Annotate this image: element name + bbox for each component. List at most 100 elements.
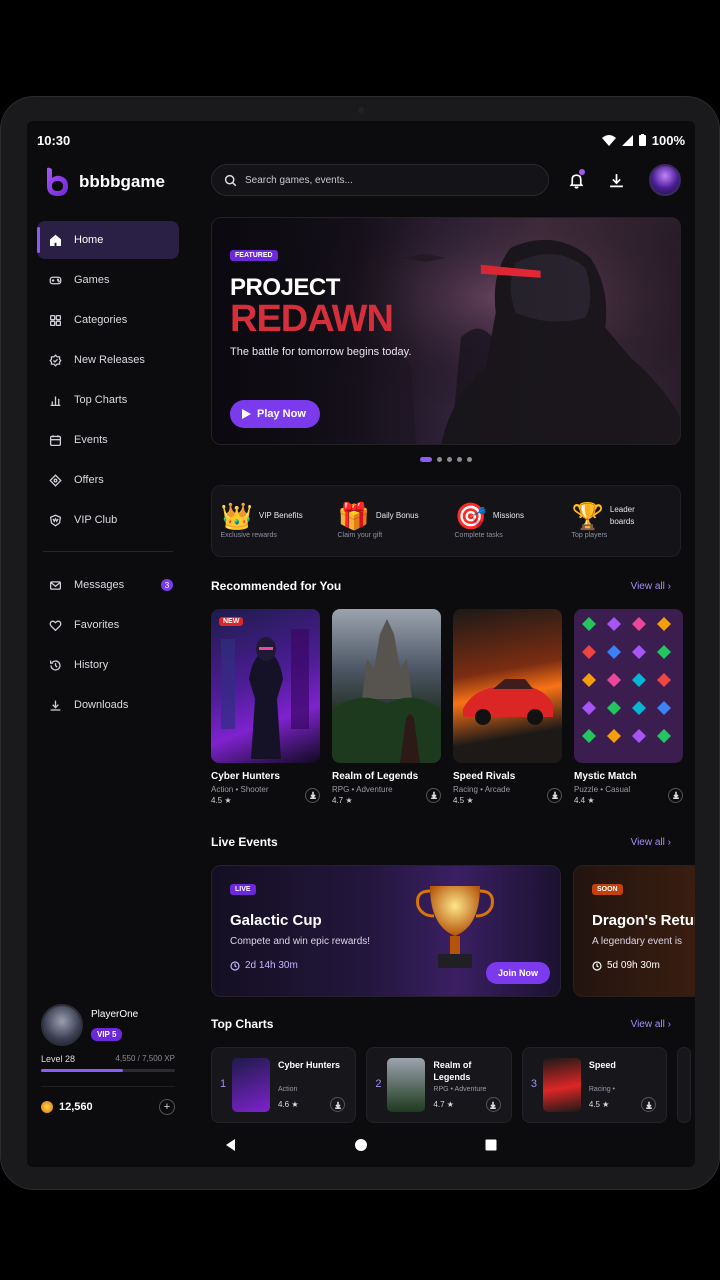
nav-item-vip-club[interactable]: VIP Club <box>37 501 179 539</box>
downloads-button[interactable] <box>603 167 629 193</box>
calendar-icon <box>49 434 62 446</box>
tablet-frame: 10:30 100% bbbbgame Home Games Categorie… <box>0 96 720 1190</box>
nav-item-messages[interactable]: Messages 3 <box>37 566 179 604</box>
perk-header: 🎁 Daily Bonus <box>338 503 420 529</box>
brand[interactable]: bbbbgame <box>45 167 165 197</box>
recommended-view-all[interactable]: View all › <box>631 581 671 592</box>
download-icon <box>309 791 316 799</box>
back-icon[interactable] <box>224 1138 238 1152</box>
coins-row: 12,560 + <box>41 1086 175 1115</box>
game-card[interactable]: NEW Cyber Hunters Action • Shooter 4.5 ★ <box>211 609 320 805</box>
nav-item-games[interactable]: Games <box>37 261 179 299</box>
download-icon <box>50 700 61 711</box>
add-coins-button[interactable]: + <box>159 1099 175 1115</box>
download-button[interactable] <box>547 787 562 803</box>
notifications-button[interactable] <box>563 167 589 193</box>
history-icon <box>49 659 61 671</box>
download-button[interactable] <box>641 1097 657 1112</box>
event-subtitle: Compete and win epic rewards! <box>230 936 371 947</box>
download-button[interactable] <box>668 787 683 803</box>
perk-vip-benefits[interactable]: 👑 VIP Benefits Exclusive rewards <box>221 503 321 539</box>
nav-item-new-releases[interactable]: New Releases <box>37 341 179 379</box>
coin-balance: 12,560 <box>41 1101 93 1113</box>
live-tag: LIVE <box>230 884 256 895</box>
carousel-dot[interactable] <box>447 457 452 462</box>
nav-item-categories[interactable]: Categories <box>37 301 179 339</box>
top-bar: Search games, events... <box>211 163 681 197</box>
game-title: Mystic Match <box>574 771 637 782</box>
nav-item-home[interactable]: Home <box>37 221 179 259</box>
chart-item[interactable]: 1 Cyber Hunters Action 4.6 ★ <box>211 1047 357 1123</box>
carousel-dot[interactable] <box>420 457 432 462</box>
home-circle-icon[interactable] <box>354 1138 368 1152</box>
carousel-dot[interactable] <box>437 457 442 462</box>
nav-label: New Releases <box>74 354 145 366</box>
chart-rank: 1 <box>220 1078 227 1090</box>
perk-missions[interactable]: 🎯 Missions Complete tasks <box>455 503 555 539</box>
user-avatar[interactable] <box>649 164 681 196</box>
download-button[interactable] <box>426 787 441 803</box>
game-rating: 4.4 ★ <box>574 796 595 805</box>
recents-icon[interactable] <box>484 1138 498 1152</box>
clock-icon <box>592 960 602 971</box>
nav-item-offers[interactable]: Offers <box>37 461 179 499</box>
chart-rating: 4.7 ★ <box>433 1100 454 1109</box>
nav-item-downloads[interactable]: Downloads <box>37 686 179 724</box>
chart-rank: 3 <box>530 1078 537 1090</box>
top-charts-view-all[interactable]: View all › <box>631 1019 671 1030</box>
download-button[interactable] <box>305 787 320 803</box>
game-meta: RPG • Adventure 4.7 ★ <box>332 785 441 805</box>
event-card-dragons-return[interactable]: SOON Dragon's Return A legendary event i… <box>573 865 695 997</box>
wifi-icon <box>601 134 616 146</box>
level-row: Level 28 4,550 / 7,500 XP <box>41 1054 175 1064</box>
screen: 10:30 100% bbbbgame Home Games Categorie… <box>27 121 695 1167</box>
perk-leaderboards[interactable]: 🏆 Leader boards Top players <box>572 503 672 539</box>
download-button[interactable] <box>330 1097 346 1112</box>
game-rating: 4.5 ★ <box>453 796 474 805</box>
join-now-button[interactable]: Join Now <box>486 962 550 984</box>
gamepad-icon <box>49 276 62 284</box>
game-card[interactable]: Realm of Legends RPG • Adventure 4.7 ★ <box>332 609 441 805</box>
nav-item-favorites[interactable]: Favorites <box>37 606 179 644</box>
gift-icon: 🎁 <box>337 501 370 531</box>
game-card[interactable]: Mystic Match Puzzle • Casual 4.4 ★ <box>574 609 683 805</box>
new-tag: NEW <box>219 617 244 626</box>
nav-item-events[interactable]: Events <box>37 421 179 459</box>
download-button[interactable] <box>485 1097 501 1112</box>
perk-daily-bonus[interactable]: 🎁 Daily Bonus Claim your gift <box>338 503 438 539</box>
download-icon <box>490 1101 497 1109</box>
profile-info: PlayerOne VIP 5 <box>91 1009 138 1042</box>
chart-item[interactable]: 3 Speed Racing • 4.5 ★ <box>521 1047 668 1123</box>
chart-title: Cyber Hunters <box>278 1060 341 1070</box>
game-title: Speed Rivals <box>453 771 516 782</box>
mail-icon <box>49 580 62 590</box>
play-now-button[interactable]: Play Now <box>230 400 320 428</box>
nav-item-top-charts[interactable]: Top Charts <box>37 381 179 419</box>
profile-card[interactable]: PlayerOne VIP 5 Level 28 4,550 / 7,500 X… <box>41 1004 175 1115</box>
live-events-view-all[interactable]: View all › <box>631 837 671 848</box>
event-card-galactic-cup[interactable]: LIVE Galactic Cup Compete and win epic r… <box>211 865 561 997</box>
chart-item[interactable]: 2 Realm of Legends RPG • Adventure 4.7 ★ <box>366 1047 512 1123</box>
gem-grid-art <box>582 617 671 743</box>
trophy-icon: 🏆 <box>571 501 604 531</box>
carousel-dot[interactable] <box>457 457 462 462</box>
event-countdown: 2d 14h 30m <box>230 960 298 971</box>
nav-label: VIP Club <box>74 514 118 526</box>
chart-item-partial[interactable] <box>677 1047 691 1123</box>
race-car-art <box>463 679 553 725</box>
top-charts-title: Top Charts <box>211 1017 274 1031</box>
perk-header: 🎯 Missions <box>455 503 537 529</box>
game-card[interactable]: Speed Rivals Racing • Arcade 4.5 ★ <box>453 609 562 805</box>
soon-tag: SOON <box>592 884 623 895</box>
castle-art <box>332 619 441 763</box>
event-time: 2d 14h 30m <box>245 960 298 971</box>
avatar[interactable] <box>41 1004 83 1046</box>
nav-item-history[interactable]: History <box>37 646 179 684</box>
chart-cover <box>387 1058 426 1112</box>
game-genre: Puzzle • Casual <box>574 785 631 794</box>
crown-icon <box>49 514 62 527</box>
brand-name: bbbbgame <box>79 172 165 191</box>
carousel-dot[interactable] <box>467 457 472 462</box>
featured-banner[interactable]: FEATURED PROJECT REDAWN The battle for t… <box>211 217 681 445</box>
search-input[interactable]: Search games, events... <box>211 164 549 196</box>
